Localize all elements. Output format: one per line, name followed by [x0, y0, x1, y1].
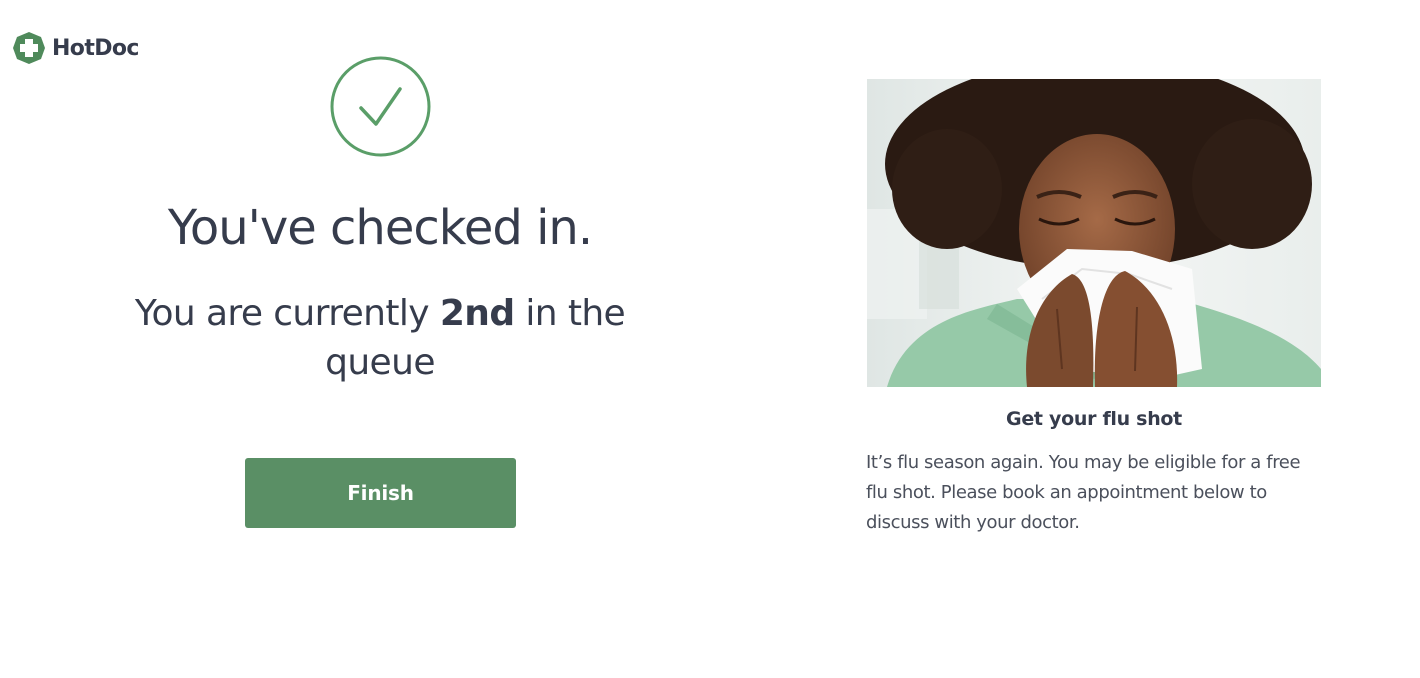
finish-button[interactable]: Finish [245, 458, 516, 528]
checkmark-icon [330, 56, 431, 157]
promo-description: It’s flu season again. You may be eligib… [866, 452, 1301, 533]
checkin-panel: You've checked in. You are currently 2nd… [0, 0, 760, 678]
flu-promo-image [867, 79, 1321, 387]
queue-prefix: You are currently [134, 293, 440, 334]
queue-position: 2nd [439, 293, 515, 334]
promo-title: Get your flu shot [1006, 408, 1182, 430]
queue-status: You are currently 2nd in the queue [130, 289, 630, 387]
page-title: You've checked in. [167, 200, 593, 256]
